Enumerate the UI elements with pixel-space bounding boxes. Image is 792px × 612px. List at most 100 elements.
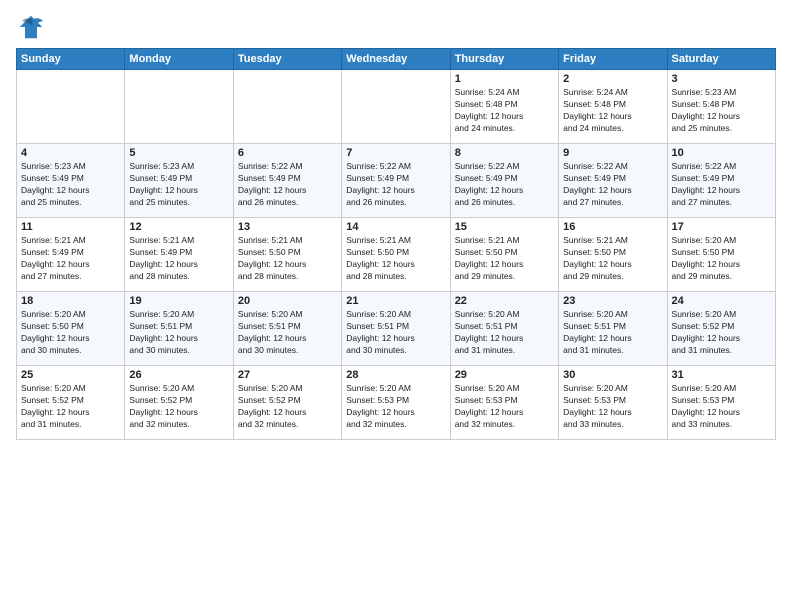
calendar-table: SundayMondayTuesdayWednesdayThursdayFrid…: [16, 48, 776, 440]
header-sunday: Sunday: [17, 49, 125, 70]
day-number: 6: [238, 147, 337, 159]
calendar-cell: 3 Sunrise: 5:23 AM Sunset: 5:48 PM Daylig…: [667, 70, 775, 144]
day-info: Sunrise: 5:20 AM Sunset: 5:50 PM Dayligh…: [21, 309, 120, 357]
calendar-cell: 9Sunrise: 5:22 AM Sunset: 5:49 PM Daylig…: [559, 144, 667, 218]
calendar-week-row: 1 Sunrise: 5:24 AM Sunset: 5:48 PM Daylig…: [17, 70, 776, 144]
calendar-cell: [233, 70, 341, 144]
calendar-week-row: 11 Sunrise: 5:21 AM Sunset: 5:49 PM Dayli…: [17, 218, 776, 292]
day-info: Sunrise: 5:22 AM Sunset: 5:49 PM Dayligh…: [346, 161, 445, 209]
calendar-cell: 26 Sunrise: 5:20 AM Sunset: 5:52 PM Dayli…: [125, 366, 233, 440]
day-number: 13: [238, 221, 337, 233]
calendar-cell: 4Sunrise: 5:23 AM Sunset: 5:49 PM Daylig…: [17, 144, 125, 218]
day-info: Sunrise: 5:24 AM Sunset: 5:48 PM Dayligh…: [563, 87, 662, 135]
day-info: Sunrise: 5:22 AM Sunset: 5:49 PM Dayligh…: [672, 161, 771, 209]
calendar-cell: 8Sunrise: 5:22 AM Sunset: 5:49 PM Daylig…: [450, 144, 558, 218]
day-info: Sunrise: 5:20 AM Sunset: 5:52 PM Dayligh…: [129, 383, 228, 431]
day-number: 4: [21, 147, 120, 159]
day-number: 29: [455, 369, 554, 381]
calendar-cell: 13 Sunrise: 5:21 AM Sunset: 5:50 PM Dayli…: [233, 218, 341, 292]
calendar-week-row: 18 Sunrise: 5:20 AM Sunset: 5:50 PM Dayli…: [17, 292, 776, 366]
header: [16, 12, 776, 42]
calendar-cell: 2Sunrise: 5:24 AM Sunset: 5:48 PM Daylig…: [559, 70, 667, 144]
day-info: Sunrise: 5:20 AM Sunset: 5:53 PM Dayligh…: [672, 383, 771, 431]
day-number: 19: [129, 295, 228, 307]
day-info: Sunrise: 5:20 AM Sunset: 5:53 PM Dayligh…: [346, 383, 445, 431]
day-number: 18: [21, 295, 120, 307]
day-info: Sunrise: 5:23 AM Sunset: 5:48 PM Dayligh…: [672, 87, 771, 135]
day-number: 23: [563, 295, 662, 307]
calendar-cell: 18 Sunrise: 5:20 AM Sunset: 5:50 PM Dayli…: [17, 292, 125, 366]
day-number: 17: [672, 221, 771, 233]
calendar-cell: 29 Sunrise: 5:20 AM Sunset: 5:53 PM Dayli…: [450, 366, 558, 440]
day-info: Sunrise: 5:20 AM Sunset: 5:51 PM Dayligh…: [129, 309, 228, 357]
day-number: 10: [672, 147, 771, 159]
day-number: 22: [455, 295, 554, 307]
day-number: 12: [129, 221, 228, 233]
calendar-cell: 30Sunrise: 5:20 AM Sunset: 5:53 PM Dayli…: [559, 366, 667, 440]
calendar-cell: 15 Sunrise: 5:21 AM Sunset: 5:50 PM Dayli…: [450, 218, 558, 292]
day-number: 15: [455, 221, 554, 233]
day-info: Sunrise: 5:20 AM Sunset: 5:51 PM Dayligh…: [455, 309, 554, 357]
day-info: Sunrise: 5:21 AM Sunset: 5:50 PM Dayligh…: [455, 235, 554, 283]
calendar-cell: 24 Sunrise: 5:20 AM Sunset: 5:52 PM Dayli…: [667, 292, 775, 366]
calendar-cell: 31 Sunrise: 5:20 AM Sunset: 5:53 PM Dayli…: [667, 366, 775, 440]
header-thursday: Thursday: [450, 49, 558, 70]
calendar-cell: 23Sunrise: 5:20 AM Sunset: 5:51 PM Dayli…: [559, 292, 667, 366]
header-tuesday: Tuesday: [233, 49, 341, 70]
day-info: Sunrise: 5:23 AM Sunset: 5:49 PM Dayligh…: [129, 161, 228, 209]
logo-icon: [16, 12, 46, 42]
day-info: Sunrise: 5:20 AM Sunset: 5:52 PM Dayligh…: [672, 309, 771, 357]
day-info: Sunrise: 5:21 AM Sunset: 5:49 PM Dayligh…: [21, 235, 120, 283]
day-number: 27: [238, 369, 337, 381]
calendar-cell: 5 Sunrise: 5:23 AM Sunset: 5:49 PM Daylig…: [125, 144, 233, 218]
calendar-cell: 28 Sunrise: 5:20 AM Sunset: 5:53 PM Dayli…: [342, 366, 450, 440]
day-info: Sunrise: 5:21 AM Sunset: 5:49 PM Dayligh…: [129, 235, 228, 283]
calendar-cell: 20Sunrise: 5:20 AM Sunset: 5:51 PM Dayli…: [233, 292, 341, 366]
day-number: 31: [672, 369, 771, 381]
day-info: Sunrise: 5:22 AM Sunset: 5:49 PM Dayligh…: [238, 161, 337, 209]
day-number: 1: [455, 73, 554, 85]
calendar-cell: 21 Sunrise: 5:20 AM Sunset: 5:51 PM Dayli…: [342, 292, 450, 366]
calendar-cell: [342, 70, 450, 144]
calendar-cell: 16Sunrise: 5:21 AM Sunset: 5:50 PM Dayli…: [559, 218, 667, 292]
day-info: Sunrise: 5:20 AM Sunset: 5:52 PM Dayligh…: [21, 383, 120, 431]
day-info: Sunrise: 5:20 AM Sunset: 5:53 PM Dayligh…: [455, 383, 554, 431]
calendar-week-row: 25 Sunrise: 5:20 AM Sunset: 5:52 PM Dayli…: [17, 366, 776, 440]
day-info: Sunrise: 5:20 AM Sunset: 5:52 PM Dayligh…: [238, 383, 337, 431]
header-friday: Friday: [559, 49, 667, 70]
calendar-cell: 1Sunrise: 5:24 AM Sunset: 5:48 PM Daylig…: [450, 70, 558, 144]
calendar-cell: 6 Sunrise: 5:22 AM Sunset: 5:49 PM Daylig…: [233, 144, 341, 218]
day-number: 24: [672, 295, 771, 307]
calendar-cell: 14 Sunrise: 5:21 AM Sunset: 5:50 PM Dayli…: [342, 218, 450, 292]
day-info: Sunrise: 5:20 AM Sunset: 5:51 PM Dayligh…: [346, 309, 445, 357]
header-saturday: Saturday: [667, 49, 775, 70]
calendar-cell: 17Sunrise: 5:20 AM Sunset: 5:50 PM Dayli…: [667, 218, 775, 292]
day-info: Sunrise: 5:21 AM Sunset: 5:50 PM Dayligh…: [563, 235, 662, 283]
day-number: 7: [346, 147, 445, 159]
day-number: 14: [346, 221, 445, 233]
calendar-cell: 22 Sunrise: 5:20 AM Sunset: 5:51 PM Dayli…: [450, 292, 558, 366]
calendar-cell: 11 Sunrise: 5:21 AM Sunset: 5:49 PM Dayli…: [17, 218, 125, 292]
day-number: 3: [672, 73, 771, 85]
calendar-cell: 10 Sunrise: 5:22 AM Sunset: 5:49 PM Dayli…: [667, 144, 775, 218]
day-number: 28: [346, 369, 445, 381]
day-info: Sunrise: 5:21 AM Sunset: 5:50 PM Dayligh…: [238, 235, 337, 283]
day-number: 21: [346, 295, 445, 307]
day-number: 9: [563, 147, 662, 159]
calendar-header-row: SundayMondayTuesdayWednesdayThursdayFrid…: [17, 49, 776, 70]
day-number: 8: [455, 147, 554, 159]
day-number: 5: [129, 147, 228, 159]
day-number: 25: [21, 369, 120, 381]
calendar-cell: 25 Sunrise: 5:20 AM Sunset: 5:52 PM Dayli…: [17, 366, 125, 440]
calendar-cell: [125, 70, 233, 144]
day-info: Sunrise: 5:20 AM Sunset: 5:53 PM Dayligh…: [563, 383, 662, 431]
page: SundayMondayTuesdayWednesdayThursdayFrid…: [0, 0, 792, 612]
day-number: 26: [129, 369, 228, 381]
day-number: 11: [21, 221, 120, 233]
calendar-cell: 7 Sunrise: 5:22 AM Sunset: 5:49 PM Daylig…: [342, 144, 450, 218]
header-monday: Monday: [125, 49, 233, 70]
header-wednesday: Wednesday: [342, 49, 450, 70]
day-info: Sunrise: 5:21 AM Sunset: 5:50 PM Dayligh…: [346, 235, 445, 283]
calendar-week-row: 4 Sunrise: 5:23 AM Sunset: 5:49 PM Daylig…: [17, 144, 776, 218]
calendar-cell: [17, 70, 125, 144]
